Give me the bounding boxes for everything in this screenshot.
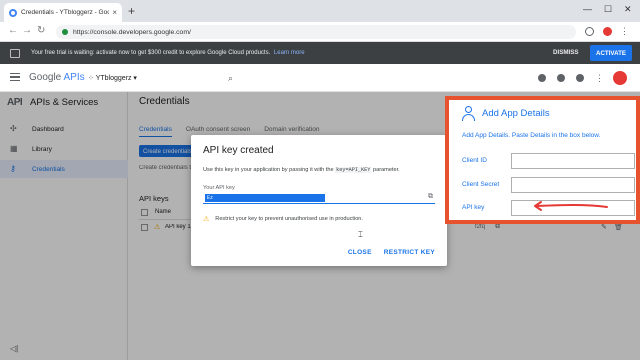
secure-lock-icon bbox=[62, 29, 68, 35]
gift-icon bbox=[10, 48, 20, 58]
tab-close-icon[interactable]: × bbox=[112, 8, 117, 17]
learn-more-link[interactable]: Learn more bbox=[274, 50, 305, 56]
api-key-field[interactable]: Ez ⧉ bbox=[203, 192, 435, 204]
client-id-input[interactable] bbox=[511, 153, 635, 169]
restrict-key-button[interactable]: RESTRICT KEY bbox=[384, 249, 435, 256]
close-button[interactable]: CLOSE bbox=[348, 249, 372, 256]
browser-tab[interactable]: Credentials - YTbloggerz - Googl × bbox=[4, 3, 122, 22]
dialog-actions: CLOSE RESTRICT KEY bbox=[348, 249, 435, 256]
client-secret-input[interactable] bbox=[511, 177, 635, 193]
back-icon[interactable]: ← bbox=[8, 25, 18, 36]
avatar[interactable] bbox=[613, 71, 627, 85]
project-dots-icon: ⁘ bbox=[88, 75, 96, 82]
browser-menu-icon[interactable]: ⋮ bbox=[620, 27, 629, 36]
url-text: https://console.developers.google.com/ bbox=[73, 28, 191, 36]
extension-icon[interactable] bbox=[585, 27, 594, 36]
api-key-value[interactable]: Ez bbox=[205, 194, 325, 202]
copy-key-icon[interactable]: ⧉ bbox=[428, 193, 433, 201]
console-header: Google APIs ⁘ YTbloggerz ▾ ⌕ ⋮ bbox=[0, 64, 640, 92]
menu-icon[interactable] bbox=[10, 73, 20, 81]
more-options-icon[interactable]: ⋮ bbox=[595, 74, 604, 83]
cloud-shell-icon[interactable] bbox=[538, 74, 546, 82]
maximize-icon[interactable]: ☐ bbox=[604, 4, 612, 15]
app-details-subtitle: Add App Details. Paste Details in the bo… bbox=[462, 132, 601, 139]
help-icon[interactable] bbox=[557, 74, 565, 82]
api-key-created-dialog: API key created Use this key in your app… bbox=[191, 135, 447, 266]
restrict-warning: ⚠ Restrict your key to prevent unauthori… bbox=[203, 215, 363, 223]
url-input[interactable]: https://console.developers.google.com/ bbox=[56, 25, 576, 39]
tab-title: Credentials - YTbloggerz - Googl bbox=[21, 9, 110, 16]
api-key-field-label: API key bbox=[462, 204, 485, 211]
google-apis-logo[interactable]: Google APIs bbox=[29, 72, 85, 83]
activate-button[interactable]: ACTIVATE bbox=[590, 45, 632, 61]
google-favicon-icon bbox=[9, 8, 17, 17]
address-bar: ← → ↻ https://console.developers.google.… bbox=[0, 22, 640, 42]
client-id-label: Client ID bbox=[462, 157, 487, 164]
reload-icon[interactable]: ↻ bbox=[37, 25, 45, 36]
mouse-cursor-icon: ⌶ bbox=[358, 230, 363, 239]
forward-icon[interactable]: → bbox=[22, 25, 32, 36]
browser-tabbar: Credentials - YTbloggerz - Googl × + — ☐… bbox=[0, 0, 640, 22]
dialog-text: Use this key in your application by pass… bbox=[203, 167, 400, 173]
app-details-title: Add App Details bbox=[482, 108, 550, 119]
api-key-label: Your API key bbox=[203, 185, 235, 191]
minimize-icon[interactable]: — bbox=[583, 4, 592, 14]
banner-message: Your free trial is waiting: activate now… bbox=[31, 50, 305, 56]
profile-extension-icon[interactable] bbox=[603, 27, 612, 36]
project-selector[interactable]: ⁘ YTbloggerz ▾ bbox=[88, 74, 137, 82]
free-trial-banner: Your free trial is waiting: activate now… bbox=[0, 42, 640, 64]
dialog-title: API key created bbox=[203, 145, 274, 156]
search-icon[interactable]: ⌕ bbox=[228, 73, 233, 84]
close-window-icon[interactable]: ✕ bbox=[624, 4, 632, 15]
add-app-details-panel: Add App Details Add App Details. Paste D… bbox=[445, 96, 640, 224]
dismiss-button[interactable]: DISMISS bbox=[553, 49, 578, 56]
new-tab-button[interactable]: + bbox=[128, 5, 135, 17]
notifications-icon[interactable] bbox=[576, 74, 584, 82]
restrict-warning-text: Restrict your key to prevent unauthorise… bbox=[215, 216, 363, 222]
warning-icon: ⚠ bbox=[203, 216, 210, 223]
client-secret-label: Client Secret bbox=[462, 181, 500, 188]
user-icon bbox=[462, 106, 476, 121]
red-arrow-icon bbox=[534, 201, 608, 211]
